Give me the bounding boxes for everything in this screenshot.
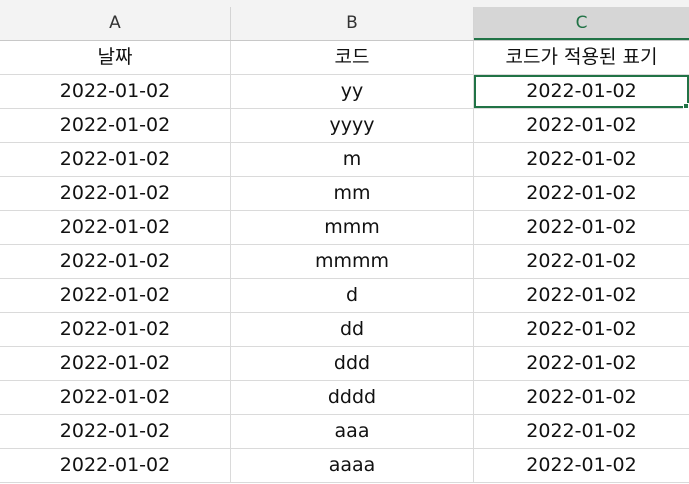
cell-b[interactable]: dddd [231,381,474,414]
cell-c[interactable]: 2022-01-02 [474,347,689,380]
table-row: 2022-01-02 aaa 2022-01-02 [0,415,689,449]
cell-b[interactable]: aaa [231,415,474,448]
cell-a[interactable]: 2022-01-02 [0,177,231,210]
cell-b[interactable]: mm [231,177,474,210]
cell-a[interactable]: 2022-01-02 [0,75,231,108]
column-header-c[interactable]: C [474,7,689,40]
table-row: 2022-01-02 dd 2022-01-02 [0,313,689,347]
table-row: 2022-01-02 yy 2022-01-02 [0,75,689,109]
table-row: 2022-01-02 d 2022-01-02 [0,279,689,313]
cell-c[interactable]: 2022-01-02 [474,279,689,312]
cell-b[interactable]: yy [231,75,474,108]
cell-c[interactable]: 2022-01-02 [474,245,689,278]
table-row: 2022-01-02 mmmm 2022-01-02 [0,245,689,279]
cell-b-header[interactable]: 코드 [231,41,474,74]
table-row: 2022-01-02 m 2022-01-02 [0,143,689,177]
table-row: 2022-01-02 dddd 2022-01-02 [0,381,689,415]
cell-b[interactable]: dd [231,313,474,346]
table-row: 날짜 코드 코드가 적용된 표기 [0,41,689,75]
cell-c[interactable]: 2022-01-02 [474,109,689,142]
cell-b[interactable]: aaaa [231,449,474,482]
cell-b[interactable]: d [231,279,474,312]
table-row: 2022-01-02 mmm 2022-01-02 [0,211,689,245]
column-header-b[interactable]: B [231,7,474,40]
cell-a[interactable]: 2022-01-02 [0,347,231,380]
cell-b[interactable]: m [231,143,474,176]
cell-a[interactable]: 2022-01-02 [0,381,231,414]
cell-a[interactable]: 2022-01-02 [0,211,231,244]
selected-cell[interactable]: 2022-01-02 [474,75,689,108]
cell-b[interactable]: ddd [231,347,474,380]
cell-c[interactable]: 2022-01-02 [474,211,689,244]
cell-grid: 날짜 코드 코드가 적용된 표기 2022-01-02 yy 2022-01-0… [0,41,689,483]
fill-handle[interactable] [683,103,689,109]
cell-a[interactable]: 2022-01-02 [0,279,231,312]
cell-c[interactable]: 2022-01-02 [474,313,689,346]
cell-c[interactable]: 2022-01-02 [474,143,689,176]
table-row: 2022-01-02 aaaa 2022-01-02 [0,449,689,483]
table-row: 2022-01-02 mm 2022-01-02 [0,177,689,211]
cell-a[interactable]: 2022-01-02 [0,449,231,482]
cell-c[interactable]: 2022-01-02 [474,381,689,414]
spreadsheet: A B C 날짜 코드 코드가 적용된 표기 2022-01-02 yy 202… [0,0,689,484]
cell-a[interactable]: 2022-01-02 [0,143,231,176]
column-header-a[interactable]: A [0,7,231,40]
cell-a-header[interactable]: 날짜 [0,41,231,74]
cell-a[interactable]: 2022-01-02 [0,245,231,278]
cell-a[interactable]: 2022-01-02 [0,313,231,346]
cell-c-header[interactable]: 코드가 적용된 표기 [474,41,689,74]
cell-c[interactable]: 2022-01-02 [474,449,689,482]
cell-c[interactable]: 2022-01-02 [474,177,689,210]
table-row: 2022-01-02 ddd 2022-01-02 [0,347,689,381]
cell-b[interactable]: mmm [231,211,474,244]
cell-a[interactable]: 2022-01-02 [0,415,231,448]
cell-b[interactable]: yyyy [231,109,474,142]
cell-a[interactable]: 2022-01-02 [0,109,231,142]
column-header-row: A B C [0,0,689,41]
cell-b[interactable]: mmmm [231,245,474,278]
cell-c[interactable]: 2022-01-02 [474,415,689,448]
table-row: 2022-01-02 yyyy 2022-01-02 [0,109,689,143]
